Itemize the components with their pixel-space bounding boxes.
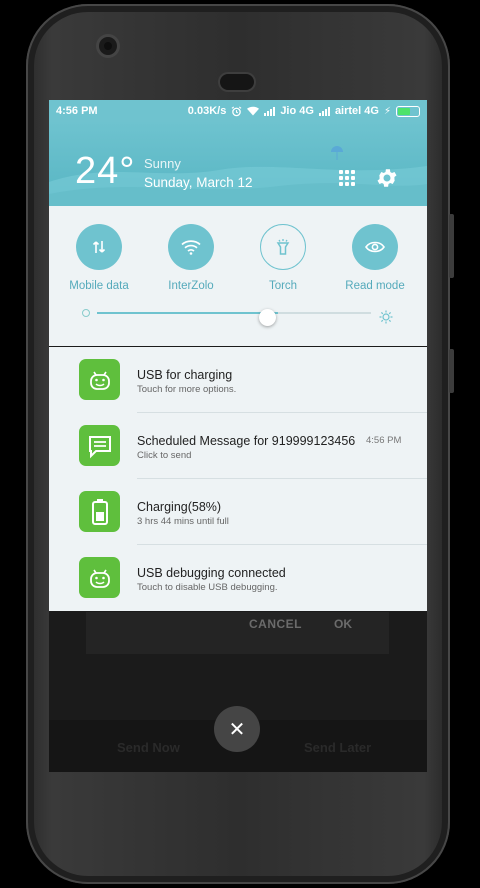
android-icon	[89, 569, 110, 588]
brightness-slider-fill	[97, 312, 278, 314]
gear-icon[interactable]	[375, 166, 399, 190]
brightness-low-icon	[82, 309, 90, 317]
notification-subtitle: Click to send	[137, 450, 192, 461]
close-icon: ✕	[228, 718, 246, 741]
alarm-icon	[231, 105, 242, 116]
notification-title: USB for charging	[137, 368, 233, 382]
brightness-slider-track[interactable]	[97, 312, 371, 314]
background-ok-button: OK	[334, 617, 352, 631]
temperature: 24°	[75, 150, 136, 192]
tile-mobile-data[interactable]: Mobile data	[54, 224, 144, 292]
torch-icon	[276, 239, 290, 255]
charging-bolt-icon: ⚡	[383, 105, 391, 117]
app-icon	[79, 491, 120, 532]
carrier-2: airtel 4G	[334, 105, 379, 117]
battery-icon	[91, 498, 108, 525]
front-camera	[99, 37, 117, 55]
status-bar: 4:56 PM 0.03K/s Jio 4G airtel 4G ⚡	[49, 100, 427, 122]
volume-button	[449, 214, 454, 278]
earpiece-speaker	[220, 74, 254, 90]
notification-subtitle: Touch to disable USB debugging.	[137, 582, 278, 593]
screen: CANCEL OK Send Now Send Later 4:56 PM 0.…	[49, 100, 427, 772]
signal-icon	[264, 106, 276, 116]
app-icon	[79, 359, 120, 400]
net-speed: 0.03K/s	[187, 105, 227, 117]
eye-icon	[365, 241, 385, 253]
weather-condition: Sunny	[144, 156, 181, 171]
tile-read-mode[interactable]: Read mode	[330, 224, 420, 292]
wifi-icon	[181, 240, 201, 255]
close-notifications-button[interactable]: ✕	[214, 706, 260, 752]
sun-icon	[379, 310, 393, 324]
brightness-slider-thumb[interactable]	[259, 309, 276, 326]
notification-time: 4:56 PM	[366, 435, 402, 446]
notification-charging[interactable]: Charging(58%) 3 hrs 44 mins until full	[49, 479, 427, 545]
notification-subtitle: 3 hrs 44 mins until full	[137, 516, 229, 527]
tile-label: Mobile data	[69, 280, 129, 292]
android-icon	[89, 371, 110, 390]
notification-subtitle: Touch for more options.	[137, 384, 237, 395]
weather-header: 24° Sunny Sunday, March 12	[49, 122, 427, 206]
tile-label: Read mode	[345, 280, 405, 292]
quick-settings-panel: Mobile data InterZolo Torch Read mode	[49, 206, 427, 346]
tile-label: InterZolo	[168, 280, 214, 292]
app-icon	[79, 425, 120, 466]
carrier-1: Jio 4G	[280, 105, 314, 117]
power-button	[449, 349, 454, 393]
battery-icon	[396, 105, 420, 117]
notification-usb-charging[interactable]: USB for charging Touch for more options.	[49, 347, 427, 413]
grid-icon[interactable]	[339, 170, 355, 186]
signal-icon	[318, 106, 330, 116]
mobile-data-icon	[92, 241, 106, 253]
message-icon	[88, 435, 111, 458]
notification-list: USB for charging Touch for more options.…	[49, 347, 427, 611]
notification-usb-debugging[interactable]: USB debugging connected Touch to disable…	[49, 545, 427, 611]
notification-title: USB debugging connected	[137, 566, 286, 580]
notification-scheduled-message[interactable]: Scheduled Message for 919999123456 Click…	[49, 413, 427, 479]
status-time: 4:56 PM	[56, 105, 98, 117]
tile-label: Torch	[268, 280, 298, 292]
background-cancel-button: CANCEL	[249, 617, 302, 631]
notification-title: Scheduled Message for 919999123456	[137, 434, 356, 448]
tile-wifi[interactable]: InterZolo	[146, 224, 236, 292]
background-send-now: Send Now	[117, 740, 180, 755]
wifi-status-icon	[247, 106, 260, 116]
app-icon	[79, 557, 120, 598]
background-send-later: Send Later	[304, 740, 372, 755]
weather-date: Sunday, March 12	[144, 175, 253, 190]
notification-title: Charging(58%)	[137, 500, 222, 514]
tile-torch[interactable]: Torch	[238, 224, 328, 292]
